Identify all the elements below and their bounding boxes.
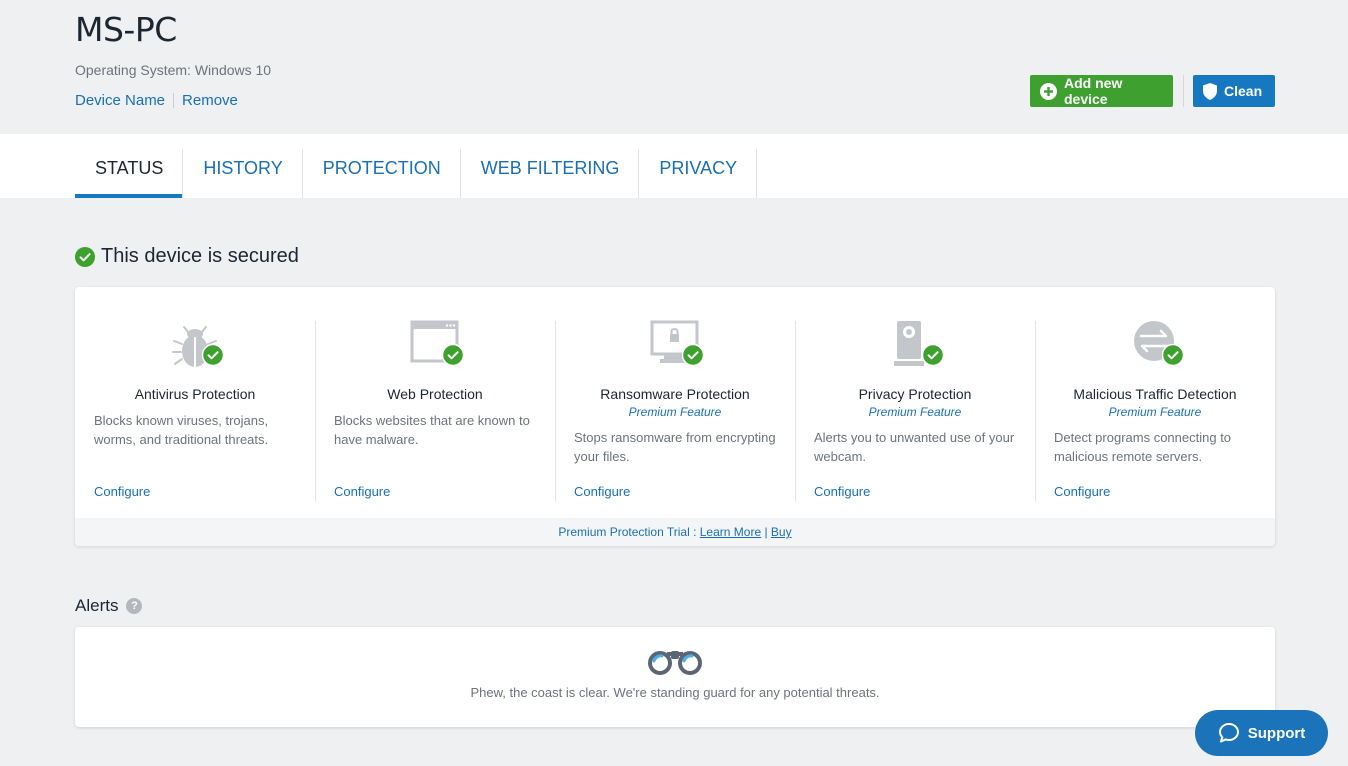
configure-link[interactable]: Configure <box>94 484 150 499</box>
premium-trial-bar: Premium Protection Trial : Learn More | … <box>75 518 1275 546</box>
os-label: Operating System: Windows 10 <box>75 62 272 78</box>
feature-title: Antivirus Protection <box>134 386 256 402</box>
tabs: STATUS HISTORY PROTECTION WEB FILTERING … <box>75 149 758 198</box>
check-badge-icon <box>441 343 465 371</box>
tab-status[interactable]: STATUS <box>75 149 184 198</box>
support-button[interactable]: Support <box>1195 710 1328 756</box>
link-divider <box>173 93 175 108</box>
configure-link[interactable]: Configure <box>814 484 870 499</box>
shield-icon <box>1203 82 1217 100</box>
feature-antivirus: Antivirus Protection Blocks known viruse… <box>75 287 315 518</box>
alerts-empty-message: Phew, the coast is clear. We're standing… <box>470 685 880 700</box>
premium-feature-label: Premium Feature <box>628 405 722 419</box>
alerts-heading: Alerts <box>75 596 119 615</box>
buy-link[interactable]: Buy <box>771 525 792 539</box>
remove-link[interactable]: Remove <box>182 92 238 109</box>
feature-description: Blocks known viruses, trojans, worms, an… <box>94 413 269 447</box>
protection-features-card: Antivirus Protection Blocks known viruse… <box>75 287 1275 546</box>
traffic-arrows-icon <box>1130 319 1185 371</box>
premium-feature-label: Premium Feature <box>1108 405 1202 419</box>
page-title: MS-PC <box>75 10 177 49</box>
bug-icon <box>170 319 225 371</box>
help-icon[interactable]: ? <box>126 598 143 614</box>
trial-text: Premium Protection Trial : <box>558 525 700 539</box>
secured-status: This device is secured <box>75 245 299 268</box>
feature-description: Stops ransomware from encrypting your fi… <box>574 430 776 464</box>
learn-more-link[interactable]: Learn More <box>700 525 761 539</box>
check-badge-icon <box>201 343 225 371</box>
feature-list: Antivirus Protection Blocks known viruse… <box>75 287 1275 518</box>
add-new-device-label: Add new device <box>1064 75 1123 107</box>
check-badge-icon <box>921 343 945 371</box>
feature-web-protection: Web Protection Blocks websites that are … <box>315 287 555 518</box>
tab-bar: STATUS HISTORY PROTECTION WEB FILTERING … <box>0 134 1348 198</box>
button-divider <box>1183 75 1184 107</box>
device-header: MS-PC Operating System: Windows 10 Devic… <box>0 0 1348 134</box>
tab-web-filtering[interactable]: WEB FILTERING <box>461 149 640 198</box>
feature-malicious-traffic-detection: Malicious Traffic Detection Premium Feat… <box>1035 287 1275 518</box>
device-actions: Device Name Remove <box>75 92 238 109</box>
check-badge-icon <box>681 343 705 371</box>
feature-title: Ransomware Protection <box>600 386 750 402</box>
tab-protection[interactable]: PROTECTION <box>303 149 461 198</box>
configure-link[interactable]: Configure <box>1054 484 1110 499</box>
alerts-card: Phew, the coast is clear. We're standing… <box>75 627 1275 727</box>
trial-separator: | <box>761 525 771 539</box>
tab-history[interactable]: HISTORY <box>183 149 303 198</box>
check-badge-icon <box>1161 343 1185 371</box>
feature-title: Malicious Traffic Detection <box>1073 386 1237 402</box>
support-label: Support <box>1247 724 1306 742</box>
configure-link[interactable]: Configure <box>334 484 390 499</box>
secured-heading: This device is secured <box>101 245 299 267</box>
chat-bubble-icon <box>1218 722 1240 744</box>
feature-description: Detect programs connecting to malicious … <box>1054 430 1232 464</box>
add-new-device-button[interactable]: Add new device <box>1030 75 1173 107</box>
clean-label: Clean <box>1224 83 1263 99</box>
alerts-section-header: Alerts ? <box>75 596 143 616</box>
binoculars-icon <box>645 648 705 681</box>
plus-circle-icon <box>1040 82 1057 100</box>
device-name-link[interactable]: Device Name <box>75 92 165 109</box>
browser-window-icon <box>410 319 465 371</box>
configure-link[interactable]: Configure <box>574 484 630 499</box>
feature-ransomware-protection: Ransomware Protection Premium Feature St… <box>555 287 795 518</box>
feature-title: Privacy Protection <box>858 386 972 402</box>
monitor-lock-icon <box>650 319 705 371</box>
webcam-icon <box>890 319 945 371</box>
feature-description: Alerts you to unwanted use of your webca… <box>814 430 1015 464</box>
premium-feature-label: Premium Feature <box>868 405 962 419</box>
clean-button[interactable]: Clean <box>1193 75 1275 107</box>
feature-privacy-protection: Privacy Protection Premium Feature Alert… <box>795 287 1035 518</box>
check-circle-icon <box>75 246 95 267</box>
feature-description: Blocks websites that are known to have m… <box>334 413 530 447</box>
feature-title: Web Protection <box>387 386 483 402</box>
tab-privacy[interactable]: PRIVACY <box>639 149 758 198</box>
